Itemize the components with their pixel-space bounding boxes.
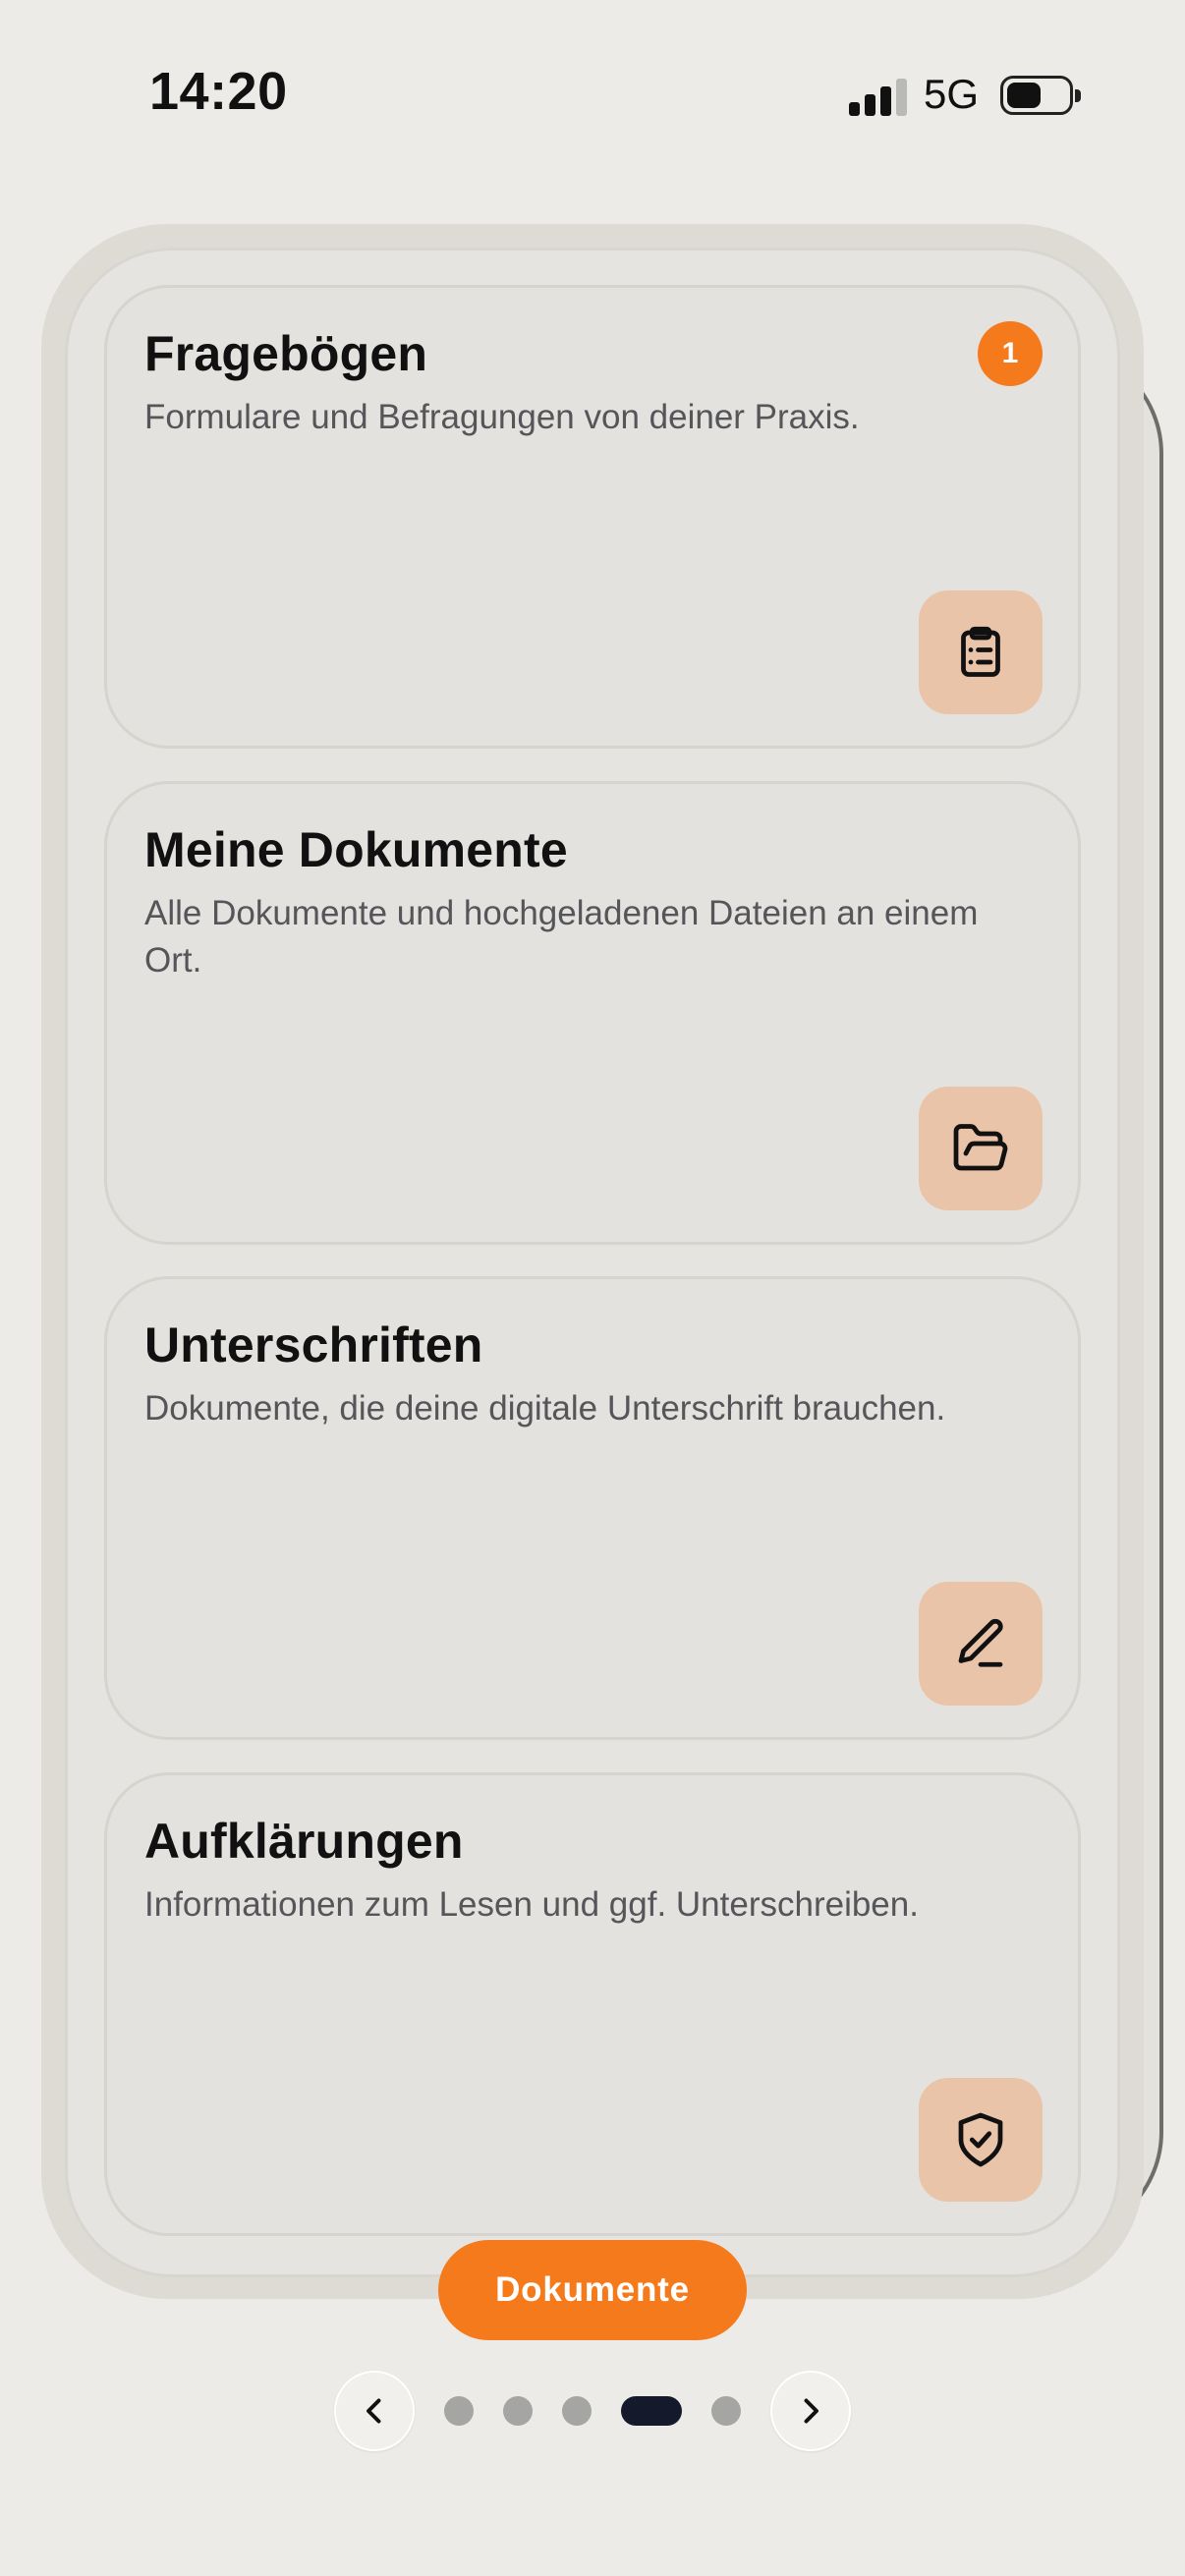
card-description: Informationen zum Lesen und ggf. Untersc…: [144, 1885, 919, 1924]
chevron-left-icon: [367, 2398, 381, 2424]
chevron-right-icon: [804, 2398, 818, 2424]
card-title: Fragebögen: [144, 326, 428, 381]
previous-page-button[interactable]: [334, 2371, 415, 2451]
card-title: Aufklärungen: [144, 1814, 464, 1869]
network-type: 5G: [924, 71, 980, 117]
battery-icon: [1000, 76, 1081, 115]
card-description: Alle Dokumente und hochgeladenen Dateien…: [144, 894, 979, 980]
card-title: Meine Dokumente: [144, 822, 568, 877]
folder-open-icon: [919, 1087, 1043, 1210]
notification-badge: 1: [978, 321, 1043, 386]
battery-fill: [1007, 83, 1041, 108]
next-page-button[interactable]: [770, 2371, 851, 2451]
card-unterschriften[interactable]: Unterschriften Dokumente, die deine digi…: [104, 1276, 1081, 1740]
page-dot[interactable]: [562, 2396, 592, 2426]
signal-strength-icon: [849, 79, 908, 116]
card-fragebogen[interactable]: Fragebögen 1 Formulare und Befragungen v…: [104, 285, 1081, 749]
pen-icon: [919, 1582, 1043, 1706]
shield-check-icon: [919, 2078, 1043, 2202]
page-dot[interactable]: [503, 2396, 533, 2426]
status-time: 14:20: [149, 62, 288, 121]
card-aufklaerungen[interactable]: Aufklärungen Informationen zum Lesen und…: [104, 1772, 1081, 2236]
card-title: Unterschriften: [144, 1317, 483, 1372]
card-meine-dokumente[interactable]: Meine Dokumente Alle Dokumente und hochg…: [104, 781, 1081, 1245]
page-dot-active[interactable]: [621, 2396, 682, 2426]
card-description: Formulare und Befragungen von deiner Pra…: [144, 398, 860, 436]
clipboard-icon: [919, 590, 1043, 714]
page-dot[interactable]: [711, 2396, 741, 2426]
card-description: Dokumente, die deine digitale Unterschri…: [144, 1389, 946, 1428]
section-dokumente-button[interactable]: Dokumente: [438, 2240, 747, 2340]
status-bar: 14:20 5G: [0, 0, 1185, 177]
page-dot[interactable]: [444, 2396, 474, 2426]
screen: 14:20 5G Fragebögen 1 Formulare und Befr…: [0, 0, 1185, 2576]
